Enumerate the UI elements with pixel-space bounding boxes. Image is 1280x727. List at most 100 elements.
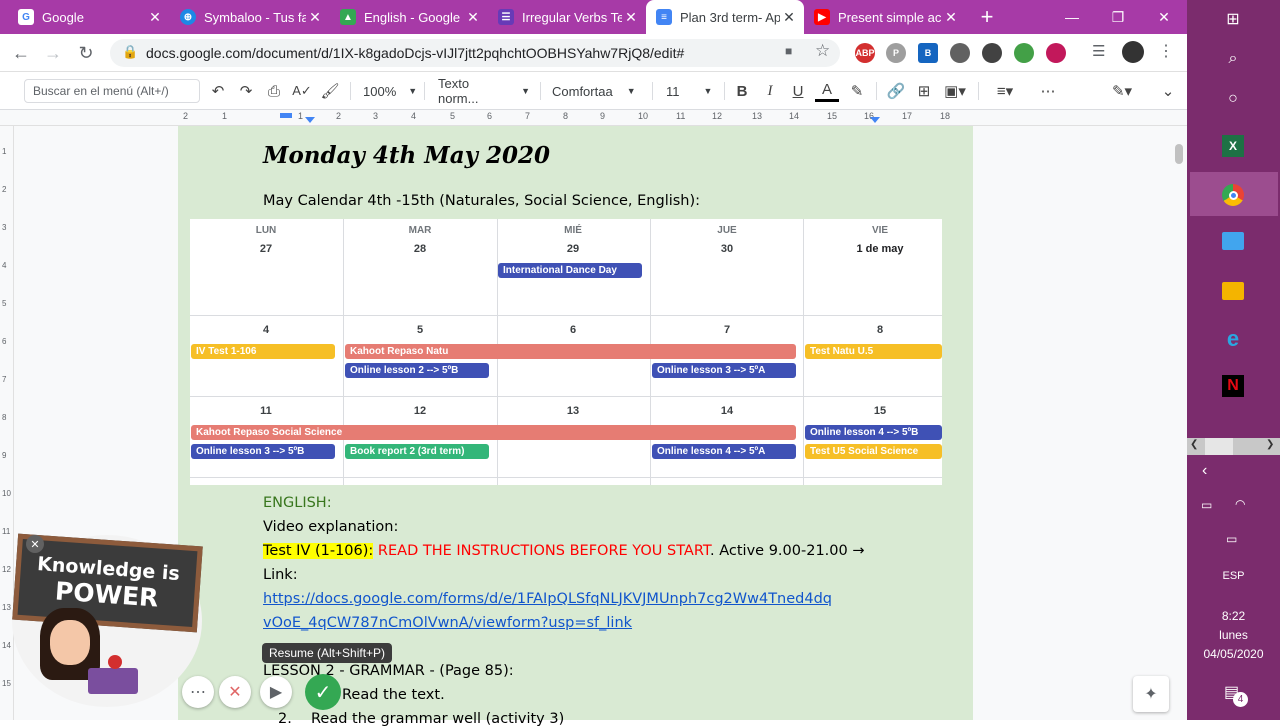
calendar-event[interactable]: Online lesson 4 --> 5ºA [652,444,796,459]
tab-irregular-verbs[interactable]: ☰ Irregular Verbs Te ✕ [488,0,646,34]
more-icon[interactable]: ⋯ [1036,80,1060,102]
print-icon[interactable]: ⎙ [262,80,286,102]
calendar-event[interactable]: International Dance Day [498,263,642,278]
close-icon[interactable]: ✕ [146,9,164,26]
close-icon[interactable]: ✕ [464,9,482,26]
screencast-extension-icon[interactable] [1014,43,1034,63]
style-select[interactable]: Texto norm... ▼ [438,76,530,106]
calendar-event[interactable]: Online lesson 2 --> 5ºB [345,363,489,378]
cortana-icon[interactable]: ○ [1222,88,1244,110]
calendar-event[interactable]: Kahoot Repaso Social Science [191,425,796,440]
scrollbar-thumb[interactable] [1175,144,1183,164]
vertical-scrollbar[interactable] [1172,126,1187,720]
calendar-event[interactable]: IV Test 1-106 [191,344,335,359]
right-margin-marker-icon[interactable] [870,117,880,123]
language-indicator[interactable]: ESP [1187,570,1280,582]
form-link[interactable]: https://docs.google.com/forms/d/e/1FAIpQ… [263,591,832,607]
highlight-icon[interactable]: ✎ [845,80,869,102]
netflix-icon[interactable]: N [1222,375,1244,397]
undo-icon[interactable]: ↶ [206,80,230,102]
clock-date[interactable]: 04/05/2020 [1187,647,1280,661]
back-button[interactable]: ← [8,40,34,66]
clock-time[interactable]: 8:22 [1187,609,1280,623]
download-extension-icon[interactable] [1046,43,1066,63]
explore-button[interactable]: ✦ [1133,676,1169,712]
editing-mode-icon[interactable]: ✎▾ [1106,80,1138,102]
calendar-event[interactable]: Test U5 Social Science [805,444,942,459]
excel-icon[interactable]: X [1222,135,1244,157]
calendar-event[interactable]: Kahoot Repaso Natu [345,344,796,359]
tab-google[interactable]: G Google ✕ [8,0,170,34]
restore-button[interactable]: ❐ [1095,0,1141,34]
italic-icon[interactable]: I [758,80,782,102]
calendar-event[interactable]: Test Natu U.5 [805,344,942,359]
indent-marker-icon[interactable] [280,113,292,118]
menu-search-input[interactable]: Buscar en el menú (Alt+/) [24,79,200,103]
edge-icon[interactable]: e [1222,326,1244,351]
b-extension-icon[interactable]: B [918,43,938,63]
insert-image-icon[interactable]: ▣▾ [940,80,970,102]
minimize-button[interactable]: — [1049,0,1095,34]
windows-start-icon[interactable]: ⊞ [1222,8,1244,30]
paint-format-icon[interactable]: 🖌 [318,80,342,102]
chevron-up-icon[interactable]: ⌄ [1156,80,1180,102]
arrow-left-icon[interactable]: ❮ [1190,439,1198,450]
adblock-extension-icon[interactable]: ABP [855,43,875,63]
calendar-event[interactable]: Online lesson 3 --> 5ºA [652,363,796,378]
font-select[interactable]: Comfortaa ▼ [552,80,644,102]
new-tab-button[interactable]: + [970,0,1004,34]
text-color-icon[interactable]: A [815,80,839,102]
avatar[interactable] [1122,41,1144,63]
recorder-discard-button[interactable]: ✕ [219,676,251,708]
extension-icon[interactable] [950,43,970,63]
recorder-more-button[interactable]: ⋯ [182,676,214,708]
calendar-event[interactable]: Book report 2 (3rd term) [345,444,489,459]
forward-button[interactable]: → [40,40,66,66]
bold-icon[interactable]: B [730,80,754,102]
pinterest-extension-icon[interactable]: P [886,43,906,63]
file-explorer-icon[interactable] [1222,282,1244,300]
zoom-select[interactable]: 100% ▼ [363,80,417,102]
grammar-extension-icon[interactable] [982,43,1002,63]
camera-icon[interactable]: ■ [785,44,801,58]
url-field[interactable]: 🔒 docs.google.com/document/d/1IX-k8gadoD… [110,39,840,67]
font-size-select[interactable]: 11 ▼ [666,80,718,102]
form-link-continued[interactable]: vOoE_4qCW787nCmOlVwnA/viewform?usp=sf_li… [263,615,632,631]
spellcheck-icon[interactable]: A✓ [290,80,314,102]
left-margin-marker-icon[interactable] [305,117,315,123]
menu-kebab-icon[interactable]: ⋮ [1158,41,1174,61]
chevron-left-icon[interactable]: ‹ [1202,462,1207,480]
close-icon[interactable]: ✕ [780,9,798,26]
keyboard-icon[interactable]: ▭ [1226,532,1237,546]
align-icon[interactable]: ≡▾ [990,80,1020,102]
redo-icon[interactable]: ↷ [234,80,258,102]
arrow-right-icon[interactable]: ❯ [1266,439,1274,450]
bookmark-star-icon[interactable]: ☆ [815,41,830,61]
close-icon[interactable]: ✕ [622,9,640,26]
clock-day[interactable]: lunes [1187,628,1280,642]
tab-english-drive[interactable]: ▲ English - Google I ✕ [330,0,488,34]
underline-icon[interactable]: U [786,80,810,102]
search-icon[interactable]: ⌕ [1222,48,1244,70]
link-icon[interactable]: 🔗 [884,80,908,102]
tab-symbaloo[interactable]: ⊕ Symbaloo - Tus fa ✕ [170,0,330,34]
media-icon[interactable]: ☰ [1092,42,1105,60]
reload-button[interactable]: ↻ [73,40,99,66]
close-icon[interactable]: ✕ [942,9,960,26]
calendar-event[interactable]: Online lesson 3 --> 5ºB [191,444,335,459]
tab-present-simple[interactable]: ▶ Present simple ac ✕ [804,0,966,34]
chrome-icon[interactable] [1222,184,1244,206]
scrollbar-thumb[interactable] [1205,438,1233,455]
close-window-button[interactable]: ✕ [1141,0,1187,34]
wifi-icon[interactable]: ◠ [1235,497,1245,511]
battery-icon[interactable]: ▭ [1201,498,1212,512]
close-webcam-button[interactable]: ✕ [26,535,44,553]
recorder-resume-button[interactable]: ▶ [260,676,292,708]
close-icon[interactable]: ✕ [306,9,324,26]
tab-plan-3rd-term[interactable]: ≡ Plan 3rd term- Ap ✕ [646,0,804,34]
calendar-event[interactable]: Online lesson 4 --> 5ºB [805,425,942,440]
horizontal-ruler[interactable] [0,110,1187,126]
contacts-icon[interactable] [1222,232,1244,250]
add-comment-icon[interactable]: ⊞ [912,80,936,102]
recorder-finish-button[interactable]: ✓ [305,674,341,710]
